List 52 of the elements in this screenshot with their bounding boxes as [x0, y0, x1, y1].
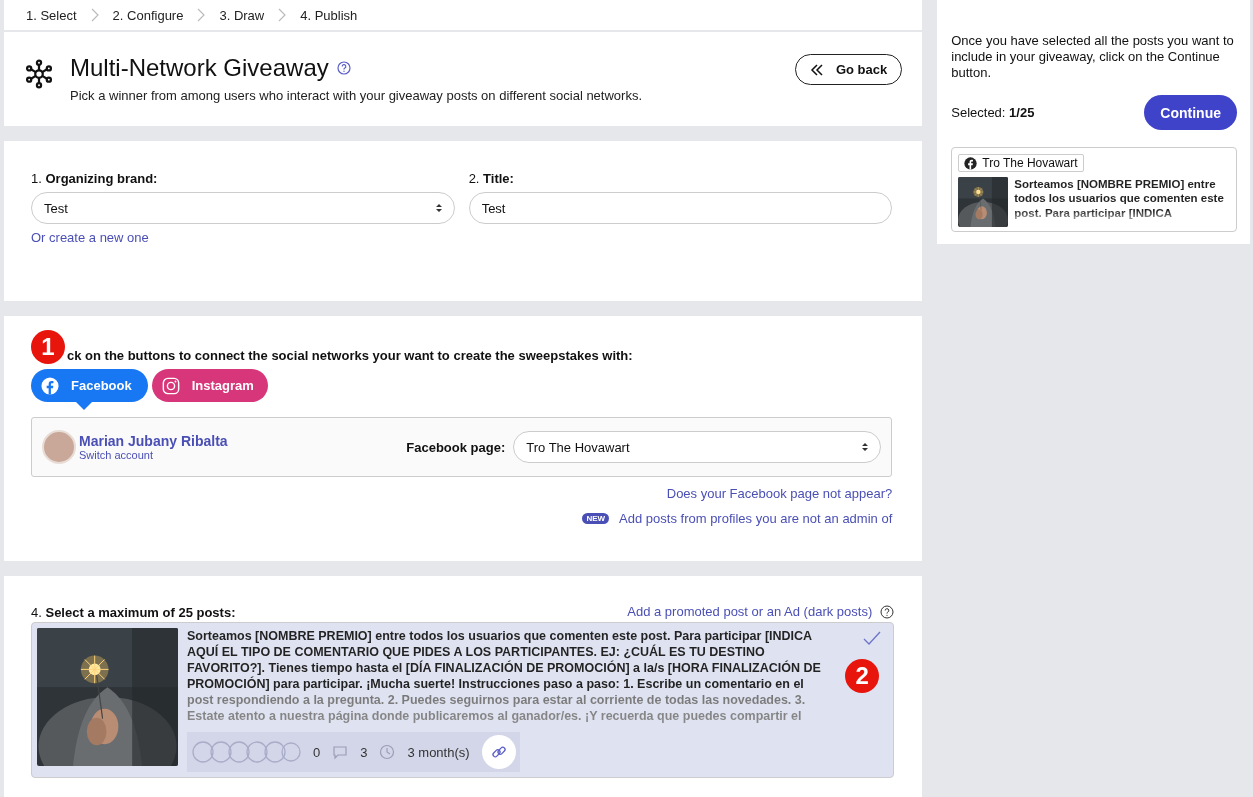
post-card[interactable] — [31, 622, 895, 778]
account-name[interactable]: Marian Jubany Ribalta — [79, 433, 407, 449]
reaction-count: 0 — [313, 744, 321, 760]
chevron-icon — [197, 8, 206, 22]
step-link[interactable]: 3. Draw — [219, 7, 265, 23]
comment-icon — [332, 744, 349, 760]
instagram-button[interactable]: Instagram — [151, 369, 268, 402]
clock-icon — [379, 744, 396, 760]
continue-button[interactable]: Continue — [1144, 95, 1237, 130]
step-link[interactable]: 1. Select — [26, 7, 77, 23]
switch-account-link[interactable]: Switch account — [79, 449, 407, 461]
network-icon — [24, 59, 54, 89]
select-arrows-icon — [435, 203, 442, 213]
page-tag: Tro The Hovawart — [958, 154, 1084, 172]
check-icon — [863, 631, 882, 645]
admin-posts-link[interactable]: Add posts from profiles you are not an admin of — [619, 511, 893, 526]
help-icon[interactable] — [336, 61, 351, 75]
create-brand-link[interactable]: Or create a new one — [31, 230, 455, 245]
link-icon — [490, 744, 507, 760]
step-link[interactable]: 4. Publish — [300, 7, 358, 23]
field-label: 1. Organizing brand: — [31, 171, 159, 186]
step-link[interactable]: 2. Configure — [112, 7, 184, 23]
step-marker: 1 — [31, 330, 65, 364]
facebook-icon — [964, 156, 978, 170]
post-age: 3 month(s) — [407, 744, 470, 760]
page-select[interactable]: Tro The Hovawart — [513, 431, 882, 463]
go-back-button[interactable]: Go back — [794, 54, 903, 85]
new-badge: NEW — [582, 513, 610, 524]
instruction-text: Once you have selected all the posts you want to include in your giveaway, click on the Continue button. — [951, 33, 1235, 81]
chevron-icon — [278, 8, 287, 22]
page-title: Multi-Network Giveaway — [70, 54, 329, 82]
facebook-icon — [41, 376, 59, 395]
comment-count: 3 — [360, 744, 368, 760]
promoted-post-link[interactable]: Add a promoted post or an Ad (dark posts) — [627, 604, 873, 619]
posts-label: 4. Select a maximum of 25 posts: — [31, 605, 236, 620]
link-button[interactable] — [481, 735, 516, 769]
selected-post-card[interactable]: Tro The Hovawart Sorteamos [NOMBRE PREMIO] entre todos los usuarios que comenten este post. Para participar [INDICA — [951, 147, 1237, 232]
page-description: Pick a winner from among users who interact with your giveaway posts on different social networks. — [70, 88, 644, 103]
select-arrows-icon — [862, 442, 869, 452]
chevron-icon — [90, 8, 99, 22]
instruction-text: ck on the buttons to connect the social networks your want to create the sweepstakes with: — [67, 348, 633, 363]
instagram-icon — [161, 376, 180, 395]
page-label: Facebook page: — [406, 439, 506, 455]
help-icon[interactable] — [880, 604, 895, 619]
title-field[interactable]: Test — [468, 192, 893, 224]
brand-select[interactable]: Test — [31, 192, 455, 224]
double-chevron-icon — [809, 62, 824, 77]
field-label: 2. Title: — [468, 171, 515, 186]
step-marker: 2 — [845, 659, 880, 693]
avatar — [42, 430, 76, 464]
selected-count: Selected: 1/25 — [951, 105, 1035, 120]
help-link[interactable]: Does your Facebook page not appear? — [666, 486, 893, 501]
